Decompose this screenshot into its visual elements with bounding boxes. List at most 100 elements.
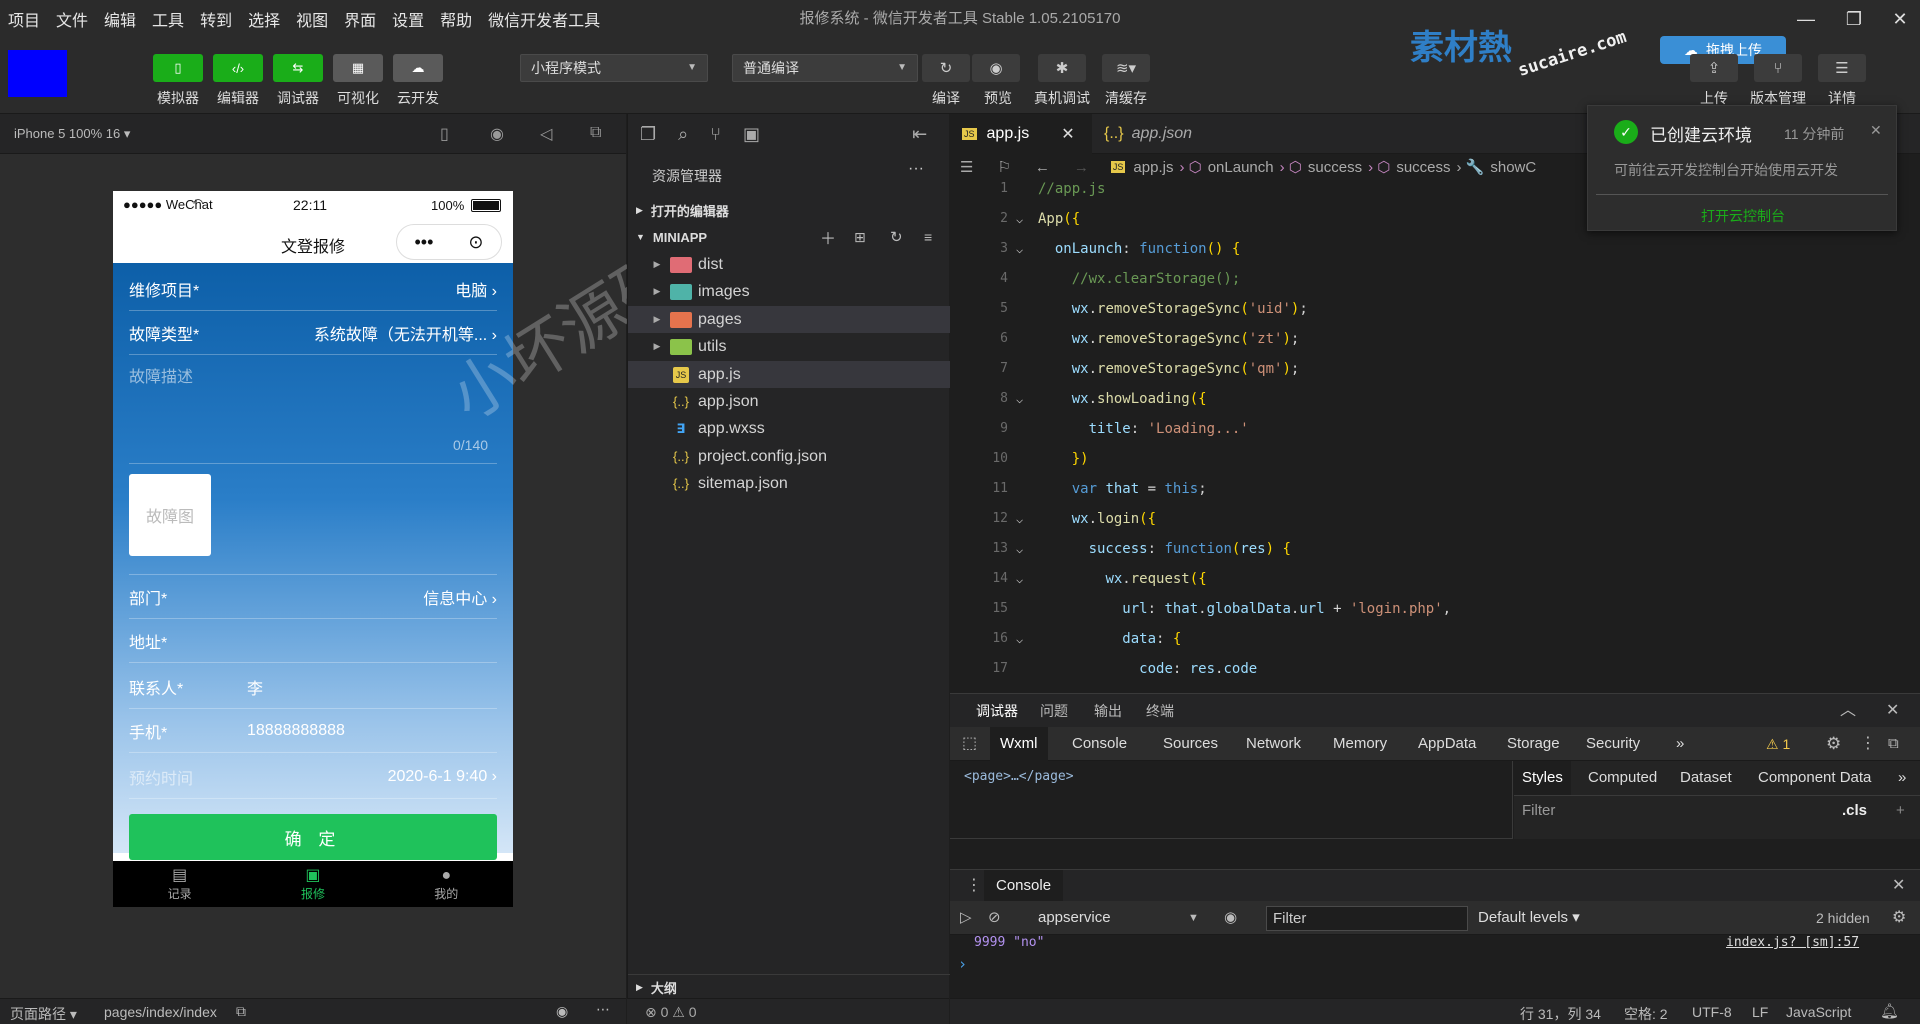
fold-chevron-icon[interactable]: ⌵ <box>1016 234 1023 264</box>
device-select[interactable]: iPhone 5 100% 16 ▾ <box>14 126 130 142</box>
breadcrumb-onlaunch[interactable]: onLaunch <box>1208 159 1274 176</box>
tree-item-app-wxss[interactable]: ∃ app.wxss <box>628 415 950 442</box>
tab-mine[interactable]: ● 我的 <box>406 867 486 902</box>
contact-row[interactable]: 联系人* 李 <box>129 665 497 709</box>
clear-console-icon[interactable]: ⊘ <box>988 901 1001 935</box>
collapse-panel-icon[interactable]: ⇤ <box>912 124 927 145</box>
minimize-icon[interactable]: — <box>1786 4 1826 34</box>
code-line[interactable]: 13 ⌵ success: function(res) { <box>950 534 1920 564</box>
panel-wxml[interactable]: Wxml <box>990 727 1048 761</box>
warning-count[interactable]: ⚠ 1 <box>1766 727 1790 761</box>
copy-icon[interactable]: ⧉ <box>236 1003 246 1020</box>
menu-help[interactable]: 帮助 <box>432 7 480 31</box>
simulator-button[interactable]: ▯ <box>153 54 203 82</box>
more-icon[interactable]: ⋯ <box>596 1001 610 1018</box>
log-source-link[interactable]: index.js? [sm]:57 <box>1726 935 1859 950</box>
eye-icon[interactable]: ◉ <box>1224 901 1237 935</box>
list-icon[interactable]: ☰ <box>960 158 973 176</box>
more-icon[interactable]: ••• <box>415 232 434 253</box>
fold-chevron-icon[interactable]: ⌵ <box>1016 384 1023 414</box>
close-icon[interactable]: ✕ <box>1870 122 1882 139</box>
appointment-row[interactable]: 预约时间 2020-6-1 9:40 › <box>129 755 497 799</box>
panel-sources[interactable]: Sources <box>1153 727 1228 761</box>
project-section[interactable]: ▼ MINIAPP ＋ ⊞ ↻ ≡ <box>628 224 950 250</box>
tree-item-pages[interactable]: ▶ pages <box>628 306 950 333</box>
code-line[interactable]: 17 code: res.code <box>950 654 1920 684</box>
sidebar-toggle-icon[interactable]: ▷ <box>960 901 972 935</box>
new-file-icon[interactable]: ＋ <box>820 225 836 249</box>
submit-button[interactable]: 确 定 <box>129 814 497 860</box>
refresh-icon[interactable]: ↻ <box>890 228 903 246</box>
fold-chevron-icon[interactable]: ⌵ <box>1016 504 1023 534</box>
styles-filter-input[interactable]: Filter .cls + <box>1514 795 1920 825</box>
tree-item-app-js[interactable]: JS app.js <box>628 361 950 388</box>
code-line[interactable]: 9 title: 'Loading...' <box>950 414 1920 444</box>
breadcrumb-file[interactable]: app.js <box>1133 159 1173 176</box>
record-icon[interactable]: ◉ <box>490 124 504 144</box>
fault-type-row[interactable]: 故障类型* 系统故障（无法开机等... › <box>129 311 497 355</box>
close-window-icon[interactable]: ✕ <box>1880 4 1920 34</box>
more-icon[interactable]: ··· <box>908 160 924 178</box>
maximize-icon[interactable]: ❐ <box>1834 4 1874 34</box>
department-row[interactable]: 部门* 信息中心 › <box>129 575 497 619</box>
panel-storage[interactable]: Storage <box>1497 727 1570 761</box>
gear-icon[interactable]: ⚙ <box>1892 901 1906 935</box>
panel-appdata[interactable]: AppData <box>1408 727 1486 761</box>
cloud-button[interactable]: ☁ <box>393 54 443 82</box>
source-control-icon[interactable]: ⑂ <box>710 124 721 145</box>
tab-terminal[interactable]: 终端 <box>1146 694 1174 728</box>
line-ending[interactable]: LF <box>1752 1004 1768 1020</box>
outline-section[interactable]: ▶ 大纲 <box>628 974 950 1000</box>
more-tabs-icon[interactable]: » <box>1890 761 1914 795</box>
visual-button[interactable]: ▦ <box>333 54 383 82</box>
code-line[interactable]: 10 }) <box>950 444 1920 474</box>
version-button[interactable]: ⑂ <box>1754 54 1802 82</box>
code-line[interactable]: 3 ⌵ onLaunch: function() { <box>950 234 1920 264</box>
menu-view[interactable]: 视图 <box>288 7 336 31</box>
details-button[interactable]: ☰ <box>1818 54 1866 82</box>
menu-interface[interactable]: 界面 <box>336 7 384 31</box>
page-path-label[interactable]: 页面路径 ▾ <box>10 1004 77 1024</box>
remote-debug-button[interactable]: ✱ <box>1038 54 1086 82</box>
phone-icon[interactable]: ▯ <box>440 124 449 144</box>
fold-chevron-icon[interactable]: ⌵ <box>1016 534 1023 564</box>
tab-component-data[interactable]: Component Data <box>1750 761 1879 795</box>
tab-styles[interactable]: Styles <box>1514 761 1571 795</box>
code-line[interactable]: 4 //wx.clearStorage(); <box>950 264 1920 294</box>
clear-cache-button[interactable]: ≋▾ <box>1102 54 1150 82</box>
tree-item-project-config[interactable]: {..} project.config.json <box>628 443 950 470</box>
mode-select[interactable]: 小程序模式 ▼ <box>520 54 708 82</box>
fold-chevron-icon[interactable]: ⌵ <box>1016 564 1023 594</box>
avatar[interactable] <box>8 50 67 97</box>
menu-devtools[interactable]: 微信开发者工具 <box>480 7 608 31</box>
dock-icon[interactable]: ⧉ <box>1888 727 1899 761</box>
close-icon[interactable]: ✕ <box>1886 694 1899 728</box>
tab-repair[interactable]: ▣ 报修 <box>273 867 353 902</box>
project-row[interactable]: 维修项目* 电脑 › <box>129 267 497 311</box>
close-miniprogram-icon[interactable]: ⊙ <box>468 232 483 253</box>
console-prompt[interactable]: › <box>958 955 967 973</box>
popout-icon[interactable]: ⧉ <box>590 124 601 142</box>
cls-toggle[interactable]: .cls <box>1842 796 1867 826</box>
language-mode[interactable]: JavaScript <box>1786 1004 1851 1020</box>
menu-project[interactable]: 项目 <box>0 7 48 31</box>
code-line[interactable]: 8 ⌵ wx.showLoading({ <box>950 384 1920 414</box>
photo-upload[interactable]: 故障图 <box>129 474 211 556</box>
tab-dataset[interactable]: Dataset <box>1672 761 1740 795</box>
search-icon[interactable]: ⌕ <box>678 124 688 145</box>
code-line[interactable]: 11 var that = this; <box>950 474 1920 504</box>
extensions-icon[interactable]: ▣ <box>743 124 760 145</box>
compile-button[interactable]: ↻ <box>922 54 970 82</box>
console-filter-input[interactable]: Filter <box>1266 906 1468 931</box>
more-icon[interactable]: ⋮ <box>1860 727 1876 761</box>
debugger-button[interactable]: ⇆ <box>273 54 323 82</box>
problems-count[interactable]: ⊗ 0 ⚠ 0 <box>645 1004 697 1021</box>
collapse-all-icon[interactable]: ≡ <box>924 229 932 245</box>
wxml-tree[interactable]: <page>…</page> <box>950 761 1513 839</box>
more-panels-icon[interactable]: » <box>1666 727 1694 761</box>
forward-icon[interactable]: → <box>1074 159 1089 176</box>
code-editor[interactable]: 1 //app.js 2 ⌵ App({3 ⌵ onLaunch: function() … <box>950 180 1920 693</box>
code-line[interactable]: 5 wx.removeStorageSync('uid'); <box>950 294 1920 324</box>
menu-goto[interactable]: 转到 <box>192 7 240 31</box>
tree-item-app-json[interactable]: {..} app.json <box>628 388 950 415</box>
